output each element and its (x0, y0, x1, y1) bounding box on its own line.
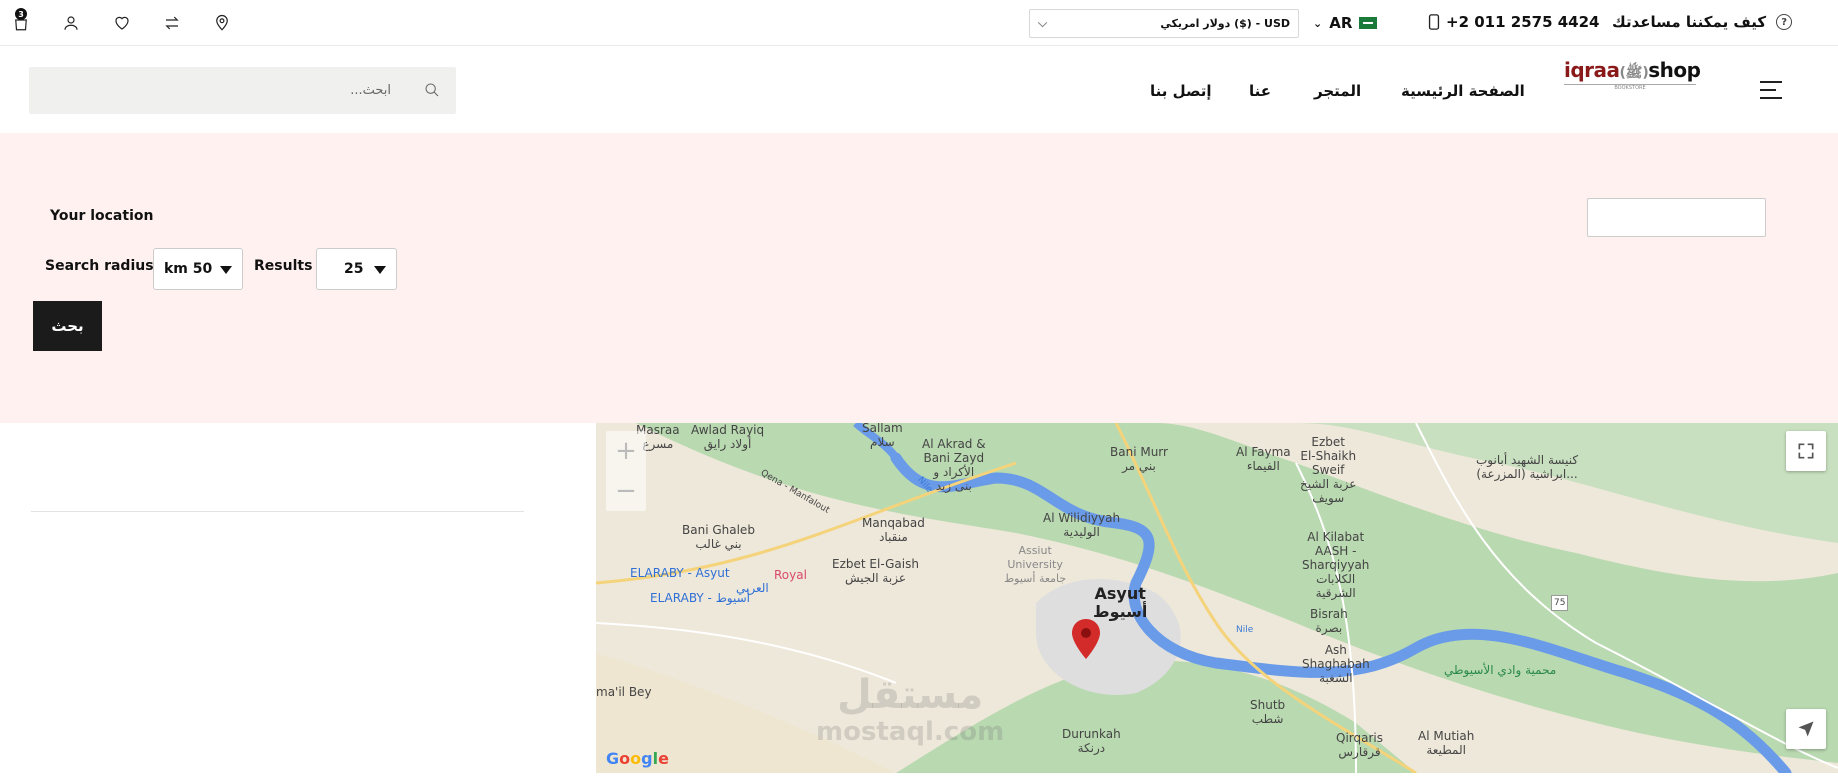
menu-icon[interactable] (1760, 81, 1782, 99)
map-label: Awlad Rayiq أولاد رايق (691, 423, 765, 451)
chevron-down-icon: ⌄ (1313, 16, 1323, 30)
phone-contact[interactable]: +2 011 2575 4424 (1428, 13, 1599, 31)
cart-icon[interactable]: 3 (10, 8, 32, 34)
map-label: Bisrah بصرة (1310, 607, 1348, 635)
search-icon[interactable] (424, 82, 440, 98)
map-label: محمية وادي الأسيوطي (1444, 663, 1557, 677)
road-marker: 75 (1551, 595, 1569, 611)
map-label: ELARABY - Asyut (630, 566, 730, 580)
map-label: Bani Murr بني مر (1110, 445, 1168, 473)
search-box (29, 67, 456, 114)
watermark: مستقل mostaql.com (816, 672, 1005, 747)
map-label: ELARABY - أسيوط (650, 591, 750, 605)
map-label: Al Wilidiyyah الوليدية (1043, 511, 1121, 539)
heart-icon[interactable] (111, 12, 133, 34)
fullscreen-icon (1798, 443, 1814, 459)
map-label: Manqabad منقباد (862, 516, 925, 544)
zoom-controls: + − (606, 431, 646, 511)
results-divider (31, 511, 524, 512)
dropdown-arrow-icon (220, 266, 232, 274)
google-logo: Google (606, 749, 669, 768)
map-label: Qirqaris قرقارس (1336, 731, 1383, 759)
map-label: ma'il Bey (596, 685, 652, 699)
map-terrain (596, 423, 1838, 773)
map-label: Assiut University جامعة أسيوط (1004, 544, 1067, 585)
nav-home[interactable]: الصفحة الرئيسية (1401, 82, 1525, 100)
zoom-in-button[interactable]: + (606, 431, 646, 471)
map-label: Al Kilabat AASH - Sharqiyyah الكلابات الشرقي… (1302, 530, 1370, 600)
search-button[interactable]: بحث (33, 301, 102, 351)
cart-count-badge: 3 (15, 8, 27, 20)
site-logo[interactable]: iqraa(ﷺ)shop BOOKSTORE (1564, 58, 1701, 98)
results-value: 25 (344, 261, 364, 277)
user-icon[interactable] (60, 12, 82, 34)
help-link[interactable]: كيف يمكننا مساعدتك ? (1612, 13, 1793, 31)
chevron-down-icon: ⌵ (1038, 16, 1048, 30)
fullscreen-button[interactable] (1786, 431, 1826, 471)
zoom-out-button[interactable]: − (606, 471, 646, 511)
language-switcher[interactable]: ⌄ AR (1313, 13, 1378, 33)
dropdown-arrow-icon (374, 266, 386, 274)
nav-store[interactable]: المتجر (1314, 82, 1361, 100)
map-label: Durunkah درنكة (1062, 727, 1121, 755)
logo-main-text: iqraa (1564, 58, 1620, 82)
results-label: Results (254, 258, 313, 274)
location-label: Your location (50, 208, 154, 224)
my-location-button[interactable] (1786, 709, 1826, 749)
map-label: Ash Shaghabah الشغبة (1302, 643, 1370, 685)
compare-icon[interactable] (161, 12, 183, 34)
map-label: Al Fayma الفيماء (1236, 445, 1291, 473)
help-text: كيف يمكننا مساعدتك (1612, 13, 1767, 31)
logo-tagline: BOOKSTORE (1564, 84, 1696, 92)
map-label: Bani Ghaleb بني غالب (682, 523, 755, 551)
saudi-flag-icon (1359, 17, 1378, 29)
map-label: Ezbet El-Gaish عزبة الجيش (832, 557, 919, 585)
map-label: Sallam سلام (862, 423, 903, 449)
currency-select[interactable]: ⌵ دولار امريكي ($) - USD (1029, 9, 1299, 38)
radius-select[interactable]: km 50 (153, 248, 243, 290)
store-map[interactable]: Masraa مسرع Awlad Rayiq أولاد رايق Sallam س… (596, 423, 1838, 773)
store-locator-panel: Your location Search radius km 50 Result… (0, 133, 1838, 423)
location-pin-icon[interactable] (211, 12, 233, 34)
search-input[interactable] (29, 67, 456, 114)
map-label-asyut: Asyut أسيوط (1093, 584, 1148, 621)
language-label: AR (1329, 14, 1353, 32)
map-label: Ezbet El-Shaikh Sweif عزبة الشيخ سويف (1300, 435, 1357, 505)
nav-about[interactable]: عنا (1249, 82, 1271, 100)
phone-number: +2 011 2575 4424 (1446, 13, 1600, 31)
radius-label: Search radius (45, 258, 154, 274)
map-label: Nile (1236, 625, 1254, 635)
map-label: Shutb شطب (1250, 698, 1286, 726)
question-icon: ? (1776, 14, 1793, 30)
navigation-arrow-icon (1798, 721, 1814, 737)
results-select[interactable]: 25 (316, 248, 397, 290)
nav-contact[interactable]: إتصل بنا (1150, 82, 1212, 100)
map-marker-icon[interactable] (1072, 619, 1100, 659)
map-label: كنيسة الشهيد أبانوب (المزرعة) ابراشية... (1476, 453, 1579, 481)
top-bar: 3 ⌵ دولار امريكي ($) - USD ⌄ AR +2 011 2… (0, 0, 1838, 46)
mobile-phone-icon (1428, 14, 1440, 30)
map-label: Royal (774, 568, 807, 582)
location-input[interactable] (1587, 198, 1766, 237)
currency-value: دولار امريكي ($) - USD (1160, 17, 1290, 30)
main-header: إتصل بنا عنا المتجر الصفحة الرئيسية iqra… (0, 46, 1838, 133)
map-label: Al Mutiah المطيعة (1418, 729, 1475, 757)
radius-value: km 50 (164, 261, 213, 277)
logo-accent-text: shop (1648, 58, 1701, 82)
